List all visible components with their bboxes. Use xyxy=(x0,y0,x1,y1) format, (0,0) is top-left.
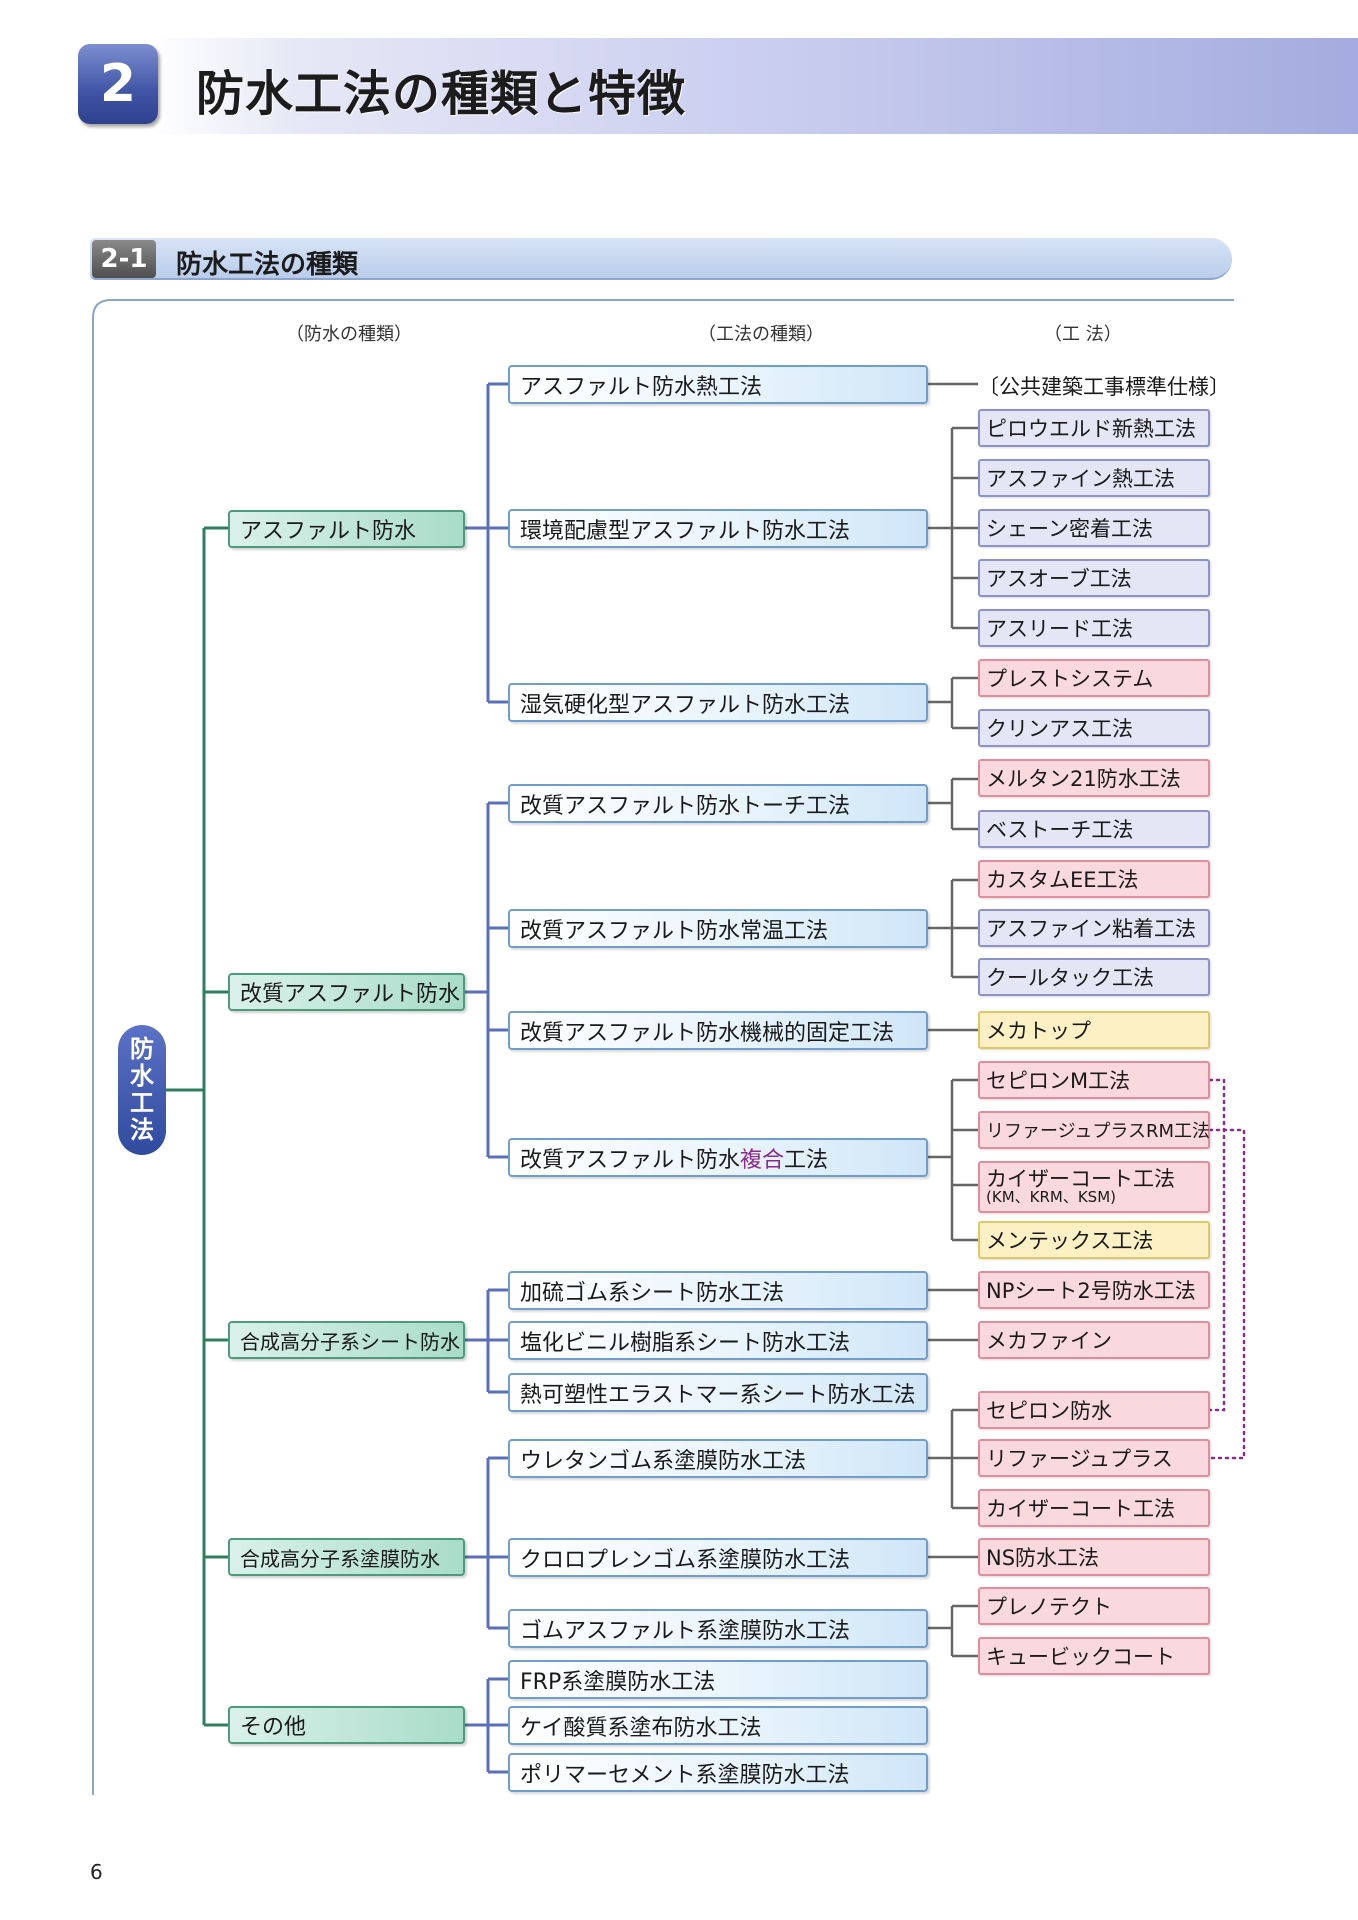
method-node: 熱可塑性エラストマー系シート防水工法 xyxy=(508,1373,928,1412)
construction-node: リファージュプラス xyxy=(978,1439,1210,1477)
construction-node: クールタック工法 xyxy=(978,958,1210,996)
method-node: 加硫ゴム系シート防水工法 xyxy=(508,1271,928,1310)
construction-node: メンテックス工法 xyxy=(978,1221,1210,1259)
construction-node: アスファイン粘着工法 xyxy=(978,909,1210,947)
category-node: アスファルト防水 xyxy=(228,510,465,548)
public-spec-label: 〔公共建築工事標準仕様〕 xyxy=(978,375,1230,399)
method-node: 改質アスファルト防水 複合 工法 xyxy=(508,1138,928,1177)
construction-node: セピロン防水 xyxy=(978,1391,1210,1429)
construction-node: メカトップ xyxy=(978,1011,1210,1049)
construction-node: カスタムEE工法 xyxy=(978,860,1210,898)
column-header-method: （工法の種類） xyxy=(698,324,824,345)
root-char: 法 xyxy=(130,1115,154,1144)
blue-connectors xyxy=(465,382,508,1774)
construction-node: ピロウエルド新熱工法 xyxy=(978,409,1210,447)
construction-node: ベストーチ工法 xyxy=(978,810,1210,848)
method-node: 塩化ビニル樹脂系シート防水工法 xyxy=(508,1321,928,1360)
column-header-type: （防水の種類） xyxy=(286,324,412,345)
construction-node: アスオーブ工法 xyxy=(978,559,1210,597)
construction-node: セピロンM工法 xyxy=(978,1061,1210,1099)
construction-node: カイザーコート工法 (KM、KRM、KSM) xyxy=(978,1161,1210,1213)
method-node: ウレタンゴム系塗膜防水工法 xyxy=(508,1439,928,1478)
root-char: 工 xyxy=(130,1089,154,1117)
construction-node: プレノテクト xyxy=(978,1587,1210,1625)
purple-relations xyxy=(1208,1078,1246,1460)
construction-text: カイザーコート工法 xyxy=(986,1167,1175,1192)
method-node: 環境配慮型アスファルト防水工法 xyxy=(508,509,928,548)
construction-node: プレストシステム xyxy=(978,659,1210,697)
green-connectors xyxy=(166,526,228,1727)
method-node: クロロプレンゴム系塗膜防水工法 xyxy=(508,1538,928,1577)
construction-node: アスファイン熱工法 xyxy=(978,459,1210,497)
page-number: 6 xyxy=(90,1860,103,1884)
construction-node: アスリード工法 xyxy=(978,609,1210,647)
root-node: 防 水 工 法 xyxy=(118,1025,166,1155)
construction-subtext: (KM、KRM、KSM) xyxy=(986,1188,1116,1207)
construction-node: クリンアス工法 xyxy=(978,709,1210,747)
root-char: 防 xyxy=(130,1035,154,1064)
method-text: 工法 xyxy=(784,1147,829,1173)
category-node: 合成高分子系シート防水 xyxy=(228,1321,465,1359)
construction-node: NPシート2号防水工法 xyxy=(978,1271,1210,1309)
construction-node: カイザーコート工法 xyxy=(978,1489,1210,1527)
method-node: ゴムアスファルト系塗膜防水工法 xyxy=(508,1609,928,1648)
method-node: アスファルト防水熱工法 xyxy=(508,365,928,404)
method-node: FRP系塗膜防水工法 xyxy=(508,1660,928,1699)
method-node: ポリマーセメント系塗膜防水工法 xyxy=(508,1753,928,1792)
method-node: 改質アスファルト防水トーチ工法 xyxy=(508,784,928,823)
method-node: 湿気硬化型アスファルト防水工法 xyxy=(508,683,928,722)
method-node: 改質アスファルト防水機械的固定工法 xyxy=(508,1011,928,1050)
root-char: 水 xyxy=(130,1062,154,1091)
construction-node: NS防水工法 xyxy=(978,1538,1210,1576)
category-node: 合成高分子系塗膜防水 xyxy=(228,1538,465,1576)
method-node: ケイ酸質系塗布防水工法 xyxy=(508,1706,928,1745)
category-node: その他 xyxy=(228,1706,465,1744)
category-node: 改質アスファルト防水 xyxy=(228,973,465,1011)
construction-node: メカファイン xyxy=(978,1321,1210,1359)
construction-node: メルタン21防水工法 xyxy=(978,759,1210,797)
construction-node: リファージュプラスRM工法 xyxy=(978,1111,1210,1149)
construction-node: シェーン密着工法 xyxy=(978,509,1210,547)
construction-node: キュービックコート xyxy=(978,1637,1210,1675)
method-node: 改質アスファルト防水常温工法 xyxy=(508,909,928,948)
column-header-construction: （工 法） xyxy=(1044,324,1122,345)
method-text: 改質アスファルト防水 xyxy=(520,1147,741,1173)
gray-connectors xyxy=(928,382,978,1658)
method-text-highlight: 複合 xyxy=(740,1147,785,1173)
